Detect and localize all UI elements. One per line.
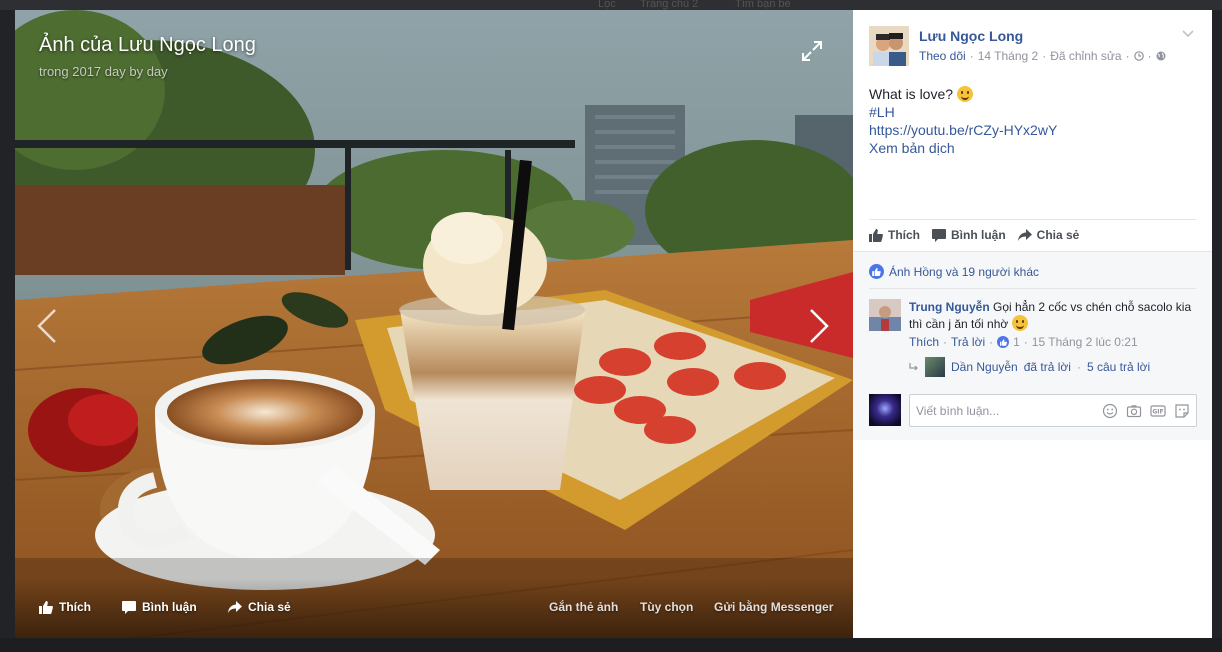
meta-separator: · (1147, 49, 1152, 63)
comment-input[interactable]: Viết bình luận... GIF (909, 394, 1197, 427)
like-reaction-icon (869, 264, 884, 279)
comments-section: Ánh Hồng và 19 người khác Trung Nguyễn G… (853, 251, 1212, 440)
tag-photo-button[interactable]: Gắn thẻ ảnh (549, 600, 618, 614)
like-button[interactable]: Thích (869, 228, 920, 242)
smile-emoji-icon (957, 86, 974, 102)
photo-title: Ảnh của Lưu Ngọc Long (39, 34, 256, 56)
clock-icon (1133, 51, 1144, 61)
camera-icon[interactable] (1126, 403, 1142, 419)
fullscreen-icon[interactable] (801, 40, 823, 62)
background-bottom (0, 638, 1222, 652)
youtube-link[interactable]: https://youtu.be/rCZy-HYx2wY (869, 121, 1057, 139)
replies-link[interactable]: Dần Nguyễn đã trả lời · 5 câu trả lời (909, 357, 1150, 377)
follow-link[interactable]: Theo dõi (919, 49, 966, 63)
gif-icon[interactable]: GIF (1150, 403, 1166, 419)
photo-action-bar: Thích Bình luận Chia sẻ Gắn thẻ ảnh Tùy … (15, 578, 853, 638)
meta-separator: · (989, 335, 994, 349)
previous-photo-arrow-icon[interactable] (35, 308, 59, 344)
comment-body: Trung Nguyễn Gọi hẳn 2 cốc vs chén chỗ s… (909, 299, 1199, 332)
comment-like-count[interactable]: 1 (1013, 335, 1020, 349)
edited-label[interactable]: Đã chỉnh sửa (1050, 49, 1121, 63)
comment-reply-link[interactable]: Trả lời (951, 335, 985, 349)
share-arrow-icon (228, 601, 242, 613)
share-arrow-icon (1017, 229, 1032, 241)
post-body: What is love? #LH https://youtu.be/rCZy-… (869, 85, 1057, 157)
share-button[interactable]: Chia sẻ (1017, 228, 1080, 242)
hashtag-link[interactable]: #LH (869, 103, 1057, 121)
divider (869, 288, 1196, 289)
chevron-down-icon[interactable] (1182, 30, 1194, 38)
photo-share-label: Chia sẻ (248, 600, 291, 614)
replied-text: đã trả lời (1023, 360, 1071, 374)
meta-separator: · (943, 335, 948, 349)
post-meta: Theo dõi · 14 Tháng 2 · Đã chỉnh sửa · · (919, 49, 1166, 63)
post-date[interactable]: 14 Tháng 2 (978, 49, 1039, 63)
bg-text-find-friends: Tìm bạn bè (735, 0, 791, 10)
photo-like-label: Thích (59, 600, 91, 614)
thumbs-up-icon (39, 600, 53, 614)
emoji-picker-icon[interactable] (1102, 403, 1118, 419)
send-in-messenger-button[interactable]: Gửi bằng Messenger (714, 600, 833, 614)
next-photo-arrow-icon[interactable] (807, 308, 831, 344)
replier-avatar (925, 357, 945, 377)
comment-icon (122, 600, 136, 614)
commenter-avatar[interactable] (869, 299, 901, 331)
svg-text:GIF: GIF (1152, 409, 1163, 416)
composer-icons: GIF (1102, 403, 1190, 419)
bg-text-home: Trang chủ 2 (640, 0, 699, 10)
current-user-avatar (869, 394, 901, 426)
photo-like-button[interactable]: Thích (39, 600, 91, 614)
post-text-line: What is love? (869, 86, 954, 102)
comment-meta: Thích · Trả lời · 1 · 15 Tháng 2 lúc 0:2… (909, 335, 1138, 349)
replier-name: Dần Nguyễn (951, 360, 1018, 374)
globe-icon[interactable] (1156, 51, 1166, 61)
comment-icon (932, 228, 946, 242)
sticker-icon[interactable] (1174, 403, 1190, 419)
reply-count: 5 câu trả lời (1086, 360, 1151, 374)
comment-like-count-icon (997, 336, 1010, 348)
reply-arrow-icon (909, 363, 918, 371)
photo-comment-label: Bình luận (142, 600, 197, 614)
background-topbar: Lọc Trang chủ 2 Tìm bạn bè (0, 0, 1222, 10)
thumbs-up-icon (869, 228, 883, 242)
photo-comment-button[interactable]: Bình luận (122, 600, 197, 614)
comment-label: Bình luận (951, 228, 1006, 242)
smile-emoji-icon (1011, 315, 1028, 331)
likes-summary-text: Ánh Hồng và 19 người khác (889, 264, 1039, 279)
meta-separator: · (1076, 360, 1081, 374)
meta-separator: · (969, 49, 974, 63)
commenter-name[interactable]: Trung Nguyễn (909, 300, 990, 314)
meta-separator: · (1042, 49, 1047, 63)
meta-separator: · (1023, 335, 1028, 349)
album-link[interactable]: trong 2017 day by day (39, 64, 168, 79)
meta-separator: · (1125, 49, 1130, 63)
comment-placeholder: Viết bình luận... (916, 404, 1000, 418)
photo-options-button[interactable]: Tùy chọn (640, 600, 693, 614)
author-avatar[interactable] (869, 26, 909, 66)
likes-summary[interactable]: Ánh Hồng và 19 người khác (869, 264, 1039, 279)
photo-image (15, 10, 853, 638)
post-author-name[interactable]: Lưu Ngọc Long (919, 28, 1023, 44)
post-action-bar: Thích Bình luận Chia sẻ (869, 228, 1091, 242)
comment-time[interactable]: 15 Tháng 2 lúc 0:21 (1032, 335, 1138, 349)
divider (869, 219, 1196, 220)
photo-share-button[interactable]: Chia sẻ (228, 600, 291, 614)
see-translation-link[interactable]: Xem bản dịch (869, 139, 1057, 157)
post-panel: Lưu Ngọc Long Theo dõi · 14 Tháng 2 · Đã… (853, 10, 1212, 638)
comment-like-link[interactable]: Thích (909, 335, 939, 349)
bg-text-filter: Lọc (598, 0, 616, 10)
comment-button[interactable]: Bình luận (932, 228, 1006, 242)
share-label: Chia sẻ (1036, 228, 1080, 242)
photo-viewer[interactable]: Ảnh của Lưu Ngọc Long trong 2017 day by … (15, 10, 853, 638)
like-label: Thích (888, 228, 920, 242)
